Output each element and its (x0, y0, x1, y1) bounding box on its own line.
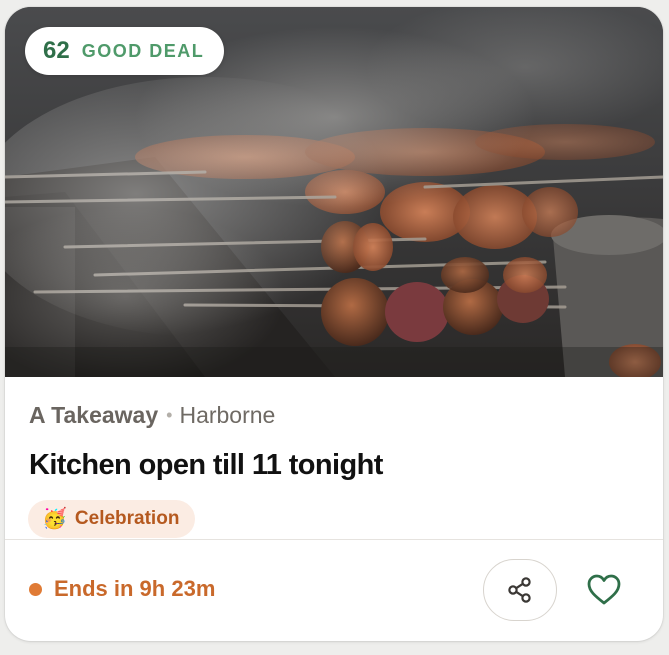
favourite-button[interactable] (577, 563, 631, 617)
share-icon (508, 577, 531, 603)
venue-name[interactable]: A Takeaway (29, 402, 158, 429)
heart-icon (587, 574, 621, 605)
status-dot (29, 582, 42, 596)
deal-score: 62 (43, 37, 70, 64)
share-button[interactable] (483, 559, 557, 621)
deal-label: GOOD DEAL (81, 40, 205, 61)
expiry-text: Ends in 9h 23m (54, 576, 216, 601)
deal-score-badge: 62 GOOD DEAL (25, 27, 225, 75)
party-face-icon: 🥳 (42, 508, 67, 530)
deal-card[interactable]: 62 GOOD DEAL A Takeaway • Harborne Kitch… (5, 7, 663, 641)
venue-meta: A Takeaway • Harborne (29, 402, 275, 429)
expiry-status: Ends in 9h 23m (29, 576, 215, 602)
deal-title: Kitchen open till 11 tonight (29, 449, 383, 481)
meta-separator: • (166, 405, 173, 425)
footer-divider (5, 539, 663, 540)
occasion-tag: 🥳 Celebration (28, 500, 196, 538)
tag-label: Celebration (74, 508, 180, 529)
venue-area: Harborne (179, 402, 276, 428)
